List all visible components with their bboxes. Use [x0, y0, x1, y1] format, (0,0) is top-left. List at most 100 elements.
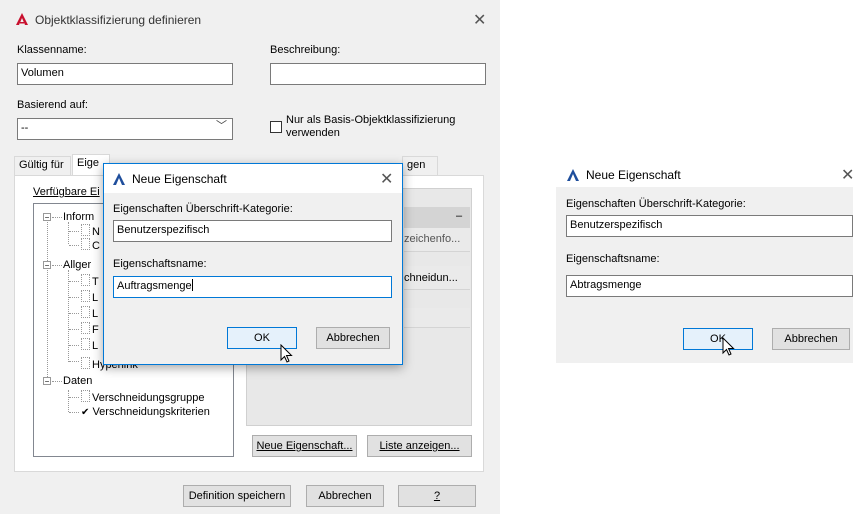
list-row[interactable] — [404, 308, 470, 328]
beschreibung-input[interactable] — [270, 63, 486, 85]
basierend-select[interactable]: -- ﹀ — [17, 118, 233, 140]
button-label: Neue Eigenschaft... — [256, 440, 353, 452]
collapse-icon[interactable]: – — [456, 210, 462, 222]
autocad-logo-icon — [16, 13, 28, 25]
tab-gueltig-fuer-label: Gültig für — [19, 159, 64, 171]
tab-gueltig-fuer[interactable]: Gültig für — [14, 156, 71, 175]
tree-line — [69, 297, 79, 298]
autocad-logo-icon — [113, 173, 125, 185]
tree-line — [68, 222, 69, 244]
text-cursor — [191, 279, 193, 291]
close-icon[interactable]: ✕ — [473, 12, 486, 28]
basierend-label: Basierend auf: — [17, 99, 88, 111]
kategorie-input[interactable]: Benutzerspezifisch — [566, 215, 853, 237]
tree-line — [69, 313, 79, 314]
tree-item-verschneidungsgruppe[interactable]: Verschneidungsgruppe — [81, 390, 205, 404]
expander-informationen[interactable]: − — [43, 213, 51, 222]
button-label: Abbrechen — [784, 333, 838, 345]
button-label: Definition speichern — [188, 490, 286, 502]
basierend-value: -- — [21, 122, 29, 134]
tree-item-n[interactable]: N — [81, 224, 100, 238]
tree-line — [52, 265, 62, 266]
basis-checkbox-label-2: verwenden — [286, 127, 340, 139]
checkbox-icon — [81, 274, 90, 286]
tree-item-daten[interactable]: Daten — [63, 374, 92, 388]
checkbox-icon — [81, 290, 90, 302]
klassenname-input[interactable]: Volumen — [17, 63, 233, 85]
dialog-title: Neue Eigenschaft — [586, 168, 681, 182]
dialog-title: Neue Eigenschaft — [132, 172, 227, 186]
list-row-text: chneidun... — [404, 272, 458, 284]
tree-item-label: C — [92, 240, 100, 252]
tree-line — [69, 329, 79, 330]
beschreibung-label: Beschreibung: — [270, 44, 341, 56]
button-label: Abbrechen — [326, 332, 380, 344]
tree-item-f[interactable]: F — [81, 322, 99, 336]
tree-item-label: L — [92, 292, 99, 304]
button-label: Liste anzeigen... — [379, 440, 460, 452]
abbrechen-button[interactable]: Abbrechen — [306, 485, 384, 507]
checkbox-icon — [81, 338, 90, 350]
chevron-down-icon: ﹀ — [216, 120, 227, 132]
checkbox-icon — [81, 306, 90, 318]
tree-line — [52, 381, 62, 382]
tree-item-verschneidungskriterien[interactable]: ✔ Verschneidungskriterien — [81, 405, 210, 419]
tree-item-label: L — [92, 308, 99, 320]
tree-line — [69, 245, 79, 246]
neue-eigenschaft-dialog-2: Neue Eigenschaft ✕ Eigenschaften Übersch… — [556, 163, 853, 363]
neue-eigenschaft-dialog: Neue Eigenschaft ✕ Eigenschaften Übersch… — [103, 163, 403, 365]
tree-item-l1[interactable]: L — [81, 290, 98, 304]
button-label: Abbrechen — [318, 490, 372, 502]
help-button[interactable]: ? — [398, 485, 476, 507]
basis-checkbox[interactable] — [270, 121, 282, 133]
eigenschaftsname-label: Eigenschaftsname: — [566, 253, 660, 265]
dialog-title: Objektklassifizierung definieren — [35, 13, 202, 27]
eigenschaftsname-label: Eigenschaftsname: — [113, 258, 207, 270]
tree-line — [69, 412, 79, 413]
tree-line — [47, 216, 48, 381]
neue-eigenschaft-button[interactable]: Neue Eigenschaft... — [252, 435, 357, 457]
list-row-text: zeichenfo... — [404, 233, 461, 245]
checkbox-icon — [81, 357, 90, 369]
checkbox-icon — [81, 390, 90, 402]
checkbox-icon — [81, 322, 90, 334]
button-label: ? — [433, 490, 441, 502]
button-label: OK — [254, 332, 270, 344]
kategorie-label: Eigenschaften Überschrift-Kategorie: — [113, 203, 293, 215]
tree-item-l2[interactable]: L — [81, 306, 98, 320]
klassenname-label: Klassenname: — [17, 44, 87, 56]
expander-allgemein[interactable]: − — [43, 261, 51, 270]
kategorie-input[interactable]: Benutzerspezifisch — [113, 220, 392, 242]
tab-einstellungen[interactable]: gen — [402, 156, 438, 175]
tab-einstellungen-label: gen — [407, 159, 426, 171]
definition-speichern-button[interactable]: Definition speichern — [183, 485, 291, 507]
eigenschaftsname-input[interactable]: Auftragsmenge — [113, 276, 392, 298]
tree-item-label: F — [92, 324, 99, 336]
tree-line — [68, 390, 69, 412]
liste-anzeigen-button[interactable]: Liste anzeigen... — [367, 435, 472, 457]
tree-line — [69, 361, 79, 362]
tree-item-label: L — [92, 340, 99, 352]
tree-item-allger[interactable]: Allger — [63, 258, 91, 272]
mouse-cursor-icon — [280, 344, 293, 363]
verfuegbar-label: Verfügbare Ei — [33, 186, 100, 198]
tree-line — [69, 281, 79, 282]
tree-item-t[interactable]: T — [81, 274, 99, 288]
ok-button[interactable]: OK — [683, 328, 753, 350]
close-icon[interactable]: ✕ — [380, 171, 393, 187]
tree-item-c[interactable]: C — [81, 238, 100, 252]
tree-item-label: Verschneidungskriterien — [92, 406, 210, 418]
tree-item-label: Verschneidungsgruppe — [92, 392, 205, 404]
basis-checkbox-label-1: Nur als Basis-Objektklassifizierung — [286, 114, 456, 126]
mouse-cursor-icon — [722, 337, 735, 356]
tree-item-l3[interactable]: L — [81, 338, 98, 352]
checkbox-icon — [81, 224, 90, 236]
expander-daten[interactable]: − — [43, 377, 51, 386]
tree-item-inform[interactable]: Inform — [63, 210, 94, 224]
abbrechen-button[interactable]: Abbrechen — [772, 328, 850, 350]
abbrechen-button[interactable]: Abbrechen — [316, 327, 390, 349]
tree-item-label: N — [92, 226, 100, 238]
eigenschaftsname-input[interactable]: Abtragsmenge — [566, 275, 853, 297]
close-icon[interactable]: ✕ — [841, 167, 853, 183]
tree-line — [68, 270, 69, 362]
